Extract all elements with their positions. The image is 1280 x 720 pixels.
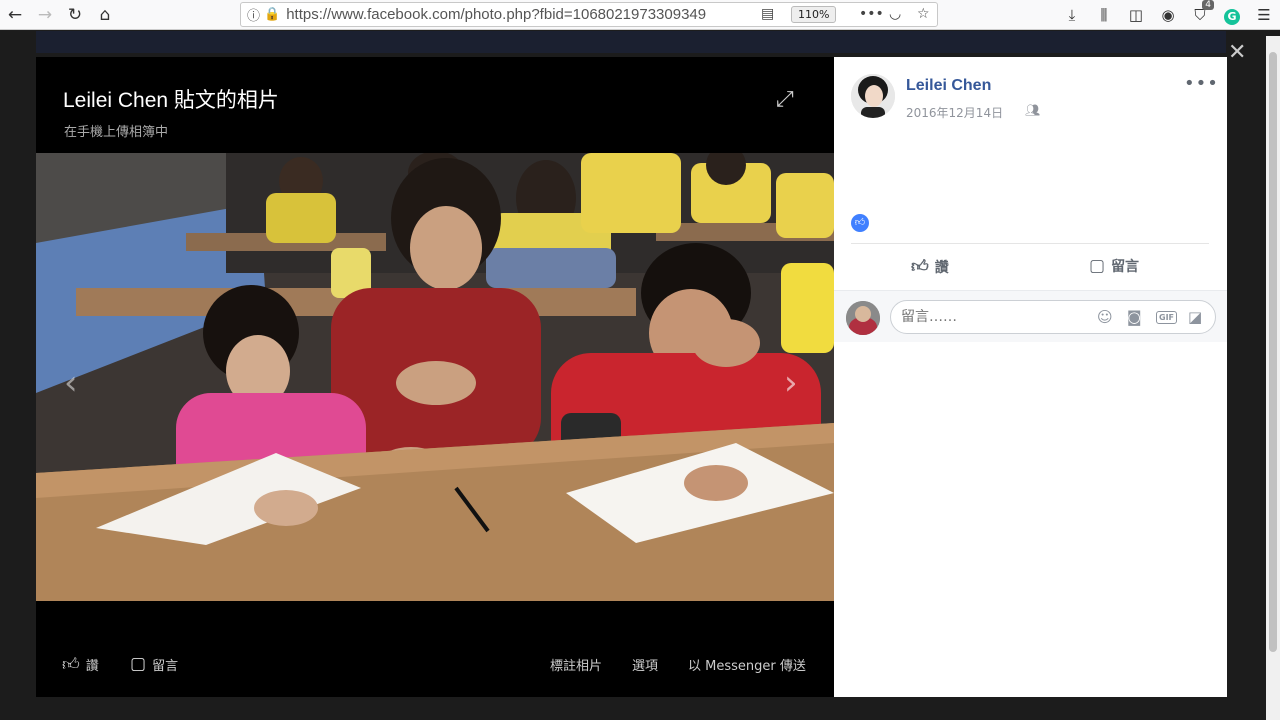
author-name[interactable]: Leilei Chen: [906, 77, 991, 95]
send-messenger-link[interactable]: 以 Messenger 傳送: [688, 655, 806, 674]
photo-image[interactable]: [36, 153, 834, 601]
grammarly-icon[interactable]: G: [1216, 6, 1248, 25]
photo-title: Leilei Chen 貼文的相片: [63, 89, 279, 112]
ublock-icon[interactable]: ⛉ 4: [1184, 0, 1216, 24]
zoom-level[interactable]: 110%: [791, 6, 837, 23]
photo-comment-button[interactable]: ▢ 留言: [130, 654, 178, 674]
url-text[interactable]: https://www.facebook.com/photo.php?fbid=…: [286, 6, 726, 23]
like-reaction-icon: 👍︎: [851, 214, 869, 232]
divider: [851, 243, 1209, 244]
fullscreen-icon[interactable]: ⤢: [776, 87, 794, 112]
camera-icon[interactable]: ◙: [1127, 308, 1142, 326]
tag-photo-link[interactable]: 標註相片: [550, 655, 602, 674]
page-actions-icon[interactable]: •••: [859, 6, 884, 22]
comment-bubble-icon: ▢: [130, 654, 147, 674]
reload-icon[interactable]: ↻: [60, 0, 90, 30]
like-button[interactable]: 👍︎ 讚: [911, 256, 949, 277]
thumbs-up-icon: 👍︎: [62, 654, 80, 675]
previous-photo-icon[interactable]: ‹: [64, 363, 78, 403]
comment-button[interactable]: ▢ 留言: [1089, 256, 1139, 276]
background-page: [36, 31, 1226, 53]
photo-like-button[interactable]: 👍︎ 讚: [62, 654, 99, 675]
post-actions: 👍︎ 讚 ▢ 留言: [851, 252, 1209, 282]
comment-label: 留言: [1111, 259, 1140, 275]
home-icon[interactable]: ⌂: [90, 0, 120, 30]
extension-badge: 4: [1202, 0, 1214, 10]
viewer-avatar-icon: [846, 301, 880, 335]
classroom-photo-icon: [36, 153, 834, 601]
scroll-thumb[interactable]: [1269, 52, 1277, 652]
reader-view-icon[interactable]: ▤: [761, 6, 774, 22]
lock-icon[interactable]: 🔒: [264, 7, 280, 22]
author-avatar[interactable]: [851, 74, 895, 118]
photo-action-bar: 👍︎ 讚 ▢ 留言 標註相片 選項 以 Messenger 傳送: [36, 647, 834, 681]
close-icon[interactable]: ✕: [1228, 40, 1246, 65]
friends-audience-icon[interactable]: 👥︎: [1025, 103, 1040, 117]
photo-like-label: 讚: [85, 658, 99, 674]
menu-icon[interactable]: ☰: [1248, 6, 1280, 24]
like-label: 讚: [934, 259, 949, 276]
browser-toolbar: ← → ↻ ⌂ ⓘ 🔒 https://www.facebook.com/pho…: [0, 0, 1280, 30]
emoji-icon[interactable]: ☺: [1097, 308, 1113, 326]
downloads-icon[interactable]: ⤓: [1056, 6, 1088, 24]
comment-bubble-icon: ▢: [1089, 256, 1106, 276]
album-name[interactable]: 在手機上傳相簿中: [64, 121, 168, 140]
comment-input[interactable]: [901, 309, 1081, 325]
avatar-icon: [851, 74, 895, 118]
comment-input-box[interactable]: ☺ ◙ GIF ◪: [890, 300, 1216, 334]
bookmark-star-icon[interactable]: ☆: [917, 6, 930, 22]
gif-icon[interactable]: GIF: [1156, 311, 1178, 324]
back-icon[interactable]: ←: [0, 0, 30, 30]
photo-stage: Leilei Chen 貼文的相片 在手機上傳相簿中 ⤢ ‹ › 👍︎ 讚 ▢ …: [36, 57, 834, 697]
account-icon[interactable]: ◉: [1152, 6, 1184, 24]
options-link[interactable]: 選項: [632, 655, 658, 674]
comment-composer: ☺ ◙ GIF ◪: [834, 290, 1227, 342]
toolbar-right: ⤓ ⫼ ◫ ◉ ⛉ 4 G ☰: [1056, 0, 1280, 30]
reactions-summary[interactable]: 👍︎: [851, 214, 875, 232]
library-icon[interactable]: ⫼: [1088, 6, 1120, 24]
thumbs-up-icon: 👍︎: [911, 257, 929, 277]
sticker-icon[interactable]: ◪: [1188, 308, 1202, 326]
viewer-avatar: [846, 301, 880, 335]
pocket-icon[interactable]: ◡: [889, 6, 901, 22]
info-icon[interactable]: ⓘ: [247, 5, 260, 24]
page-scrollbar[interactable]: [1266, 36, 1280, 720]
url-bar[interactable]: ⓘ 🔒 https://www.facebook.com/photo.php?f…: [240, 2, 938, 27]
photo-comment-label: 留言: [152, 658, 179, 674]
post-panel: Leilei Chen 2016年12月14日 👥︎ ••• 👍︎ 👍︎ 讚 ▢…: [834, 57, 1227, 697]
post-date[interactable]: 2016年12月14日: [906, 104, 1003, 121]
forward-icon[interactable]: →: [30, 0, 60, 30]
sidebar-icon[interactable]: ◫: [1120, 6, 1152, 24]
more-options-icon[interactable]: •••: [1184, 73, 1219, 94]
next-photo-icon[interactable]: ›: [784, 363, 798, 403]
